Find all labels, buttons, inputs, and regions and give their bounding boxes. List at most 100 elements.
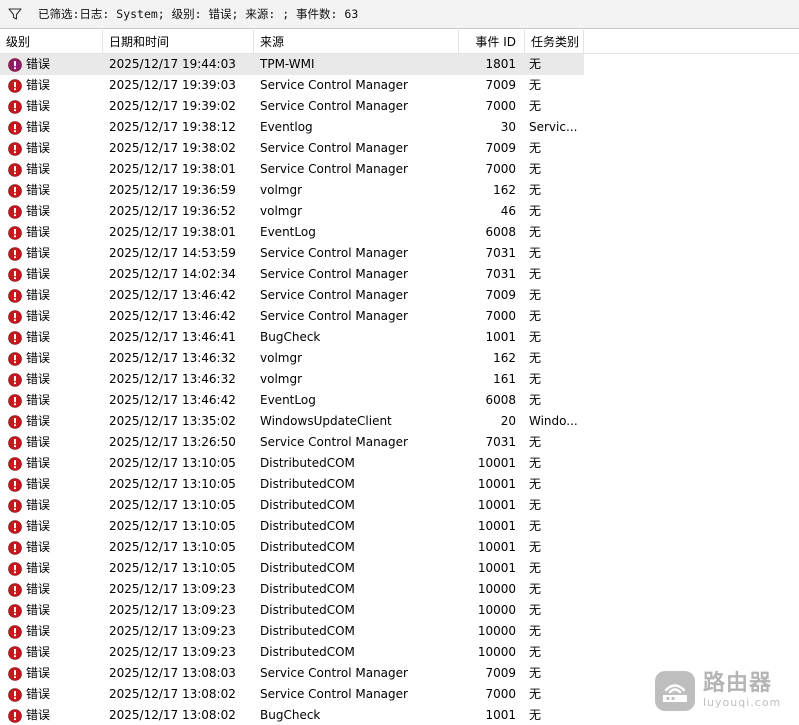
cell-task-category: 无	[529, 456, 542, 470]
column-header-date[interactable]: 日期和时间	[103, 30, 254, 54]
cell-event-id: 46	[500, 204, 516, 218]
error-icon	[8, 99, 22, 114]
cell-event-id: 1001	[485, 708, 516, 722]
table-row[interactable]: 错误 2025/12/17 13:46:32 volmgr 161 无	[0, 369, 799, 390]
error-icon	[8, 561, 22, 576]
filter-funnel-icon[interactable]	[7, 6, 23, 22]
table-row[interactable]: 错误 2025/12/17 13:08:02 Service Control Man…	[0, 684, 799, 705]
cell-task-category: 无	[529, 561, 542, 575]
error-icon	[8, 498, 22, 513]
level-label: 错误	[26, 120, 51, 134]
table-row[interactable]: 错误 2025/12/17 13:10:05 DistributedCOM 10001…	[0, 558, 799, 579]
cell-level: 错误	[0, 684, 103, 705]
cell-date: 2025/12/17 13:09:23	[109, 645, 236, 659]
cell-source: Service Control Manager	[260, 435, 408, 449]
cell-date: 2025/12/17 13:09:23	[109, 624, 236, 638]
cell-task-category: 无	[529, 288, 542, 302]
cell-event-id: 7009	[485, 78, 516, 92]
table-row[interactable]: 错误 2025/12/17 19:36:52 volmgr 46 无	[0, 201, 799, 222]
level-label: 错误	[26, 288, 51, 302]
table-row[interactable]: 错误 2025/12/17 19:38:02 Service Control Man…	[0, 138, 799, 159]
cell-date: 2025/12/17 13:46:32	[109, 351, 236, 365]
cell-date: 2025/12/17 13:26:50	[109, 435, 236, 449]
cell-level: 错误	[0, 117, 103, 138]
column-header-level[interactable]: 级别	[0, 30, 103, 54]
cell-event-id: 7000	[485, 99, 516, 113]
table-row[interactable]: 错误 2025/12/17 13:46:42 EventLog 6008 无	[0, 390, 799, 411]
error-icon	[8, 519, 22, 534]
cell-level: 错误	[0, 243, 103, 264]
cell-date: 2025/12/17 13:10:05	[109, 477, 236, 491]
cell-level: 错误	[0, 663, 103, 684]
table-row[interactable]: 错误 2025/12/17 13:08:03 Service Control Man…	[0, 663, 799, 684]
cell-level: 错误	[0, 369, 103, 390]
table-row[interactable]: 错误 2025/12/17 13:09:23 DistributedCOM 10000…	[0, 621, 799, 642]
table-row[interactable]: 错误 2025/12/17 19:38:12 Eventlog 30 Servic...	[0, 117, 799, 138]
table-row[interactable]: 错误 2025/12/17 13:10:05 DistributedCOM 10001…	[0, 516, 799, 537]
table-row[interactable]: 错误 2025/12/17 13:10:05 DistributedCOM 10001…	[0, 474, 799, 495]
table-row[interactable]: 错误 2025/12/17 13:10:05 DistributedCOM 10001…	[0, 453, 799, 474]
table-row[interactable]: 错误 2025/12/17 19:38:01 Service Control Man…	[0, 159, 799, 180]
error-icon	[8, 582, 22, 597]
level-label: 错误	[26, 624, 51, 638]
column-header-event-id[interactable]: 事件 ID	[459, 30, 525, 54]
table-row[interactable]: 错误 2025/12/17 13:08:02 BugCheck 1001 无	[0, 705, 799, 725]
error-icon	[8, 57, 22, 72]
cell-task-category: 无	[529, 498, 542, 512]
table-row[interactable]: 错误 2025/12/17 19:39:03 Service Control Man…	[0, 75, 799, 96]
error-icon	[8, 351, 22, 366]
level-label: 错误	[26, 393, 51, 407]
error-icon	[8, 372, 22, 387]
cell-level: 错误	[0, 558, 103, 579]
table-row[interactable]: 错误 2025/12/17 19:44:03 TPM-WMI 1801 无	[0, 54, 799, 75]
column-header-task-category[interactable]: 任务类别	[525, 30, 584, 54]
cell-source: Service Control Manager	[260, 99, 408, 113]
table-row[interactable]: 错误 2025/12/17 13:09:23 DistributedCOM 10000…	[0, 600, 799, 621]
cell-source: volmgr	[260, 183, 303, 197]
table-row[interactable]: 错误 2025/12/17 13:09:23 DistributedCOM 10000…	[0, 642, 799, 663]
table-row[interactable]: 错误 2025/12/17 13:46:32 volmgr 162 无	[0, 348, 799, 369]
level-label: 错误	[26, 708, 51, 722]
cell-task-category: 无	[529, 540, 542, 554]
error-icon	[8, 204, 22, 219]
table-row[interactable]: 错误 2025/12/17 14:02:34 Service Control Man…	[0, 264, 799, 285]
cell-task-category: 无	[529, 435, 542, 449]
cell-event-id: 10000	[477, 624, 516, 638]
cell-source: DistributedCOM	[260, 561, 355, 575]
table-row[interactable]: 错误 2025/12/17 13:35:02 WindowsUpdateClient…	[0, 411, 799, 432]
cell-event-id: 7000	[485, 687, 516, 701]
cell-event-id: 162	[493, 183, 516, 197]
table-row[interactable]: 错误 2025/12/17 13:46:41 BugCheck 1001 无	[0, 327, 799, 348]
table-row[interactable]: 错误 2025/12/17 19:38:01 EventLog 6008 无	[0, 222, 799, 243]
table-row[interactable]: 错误 2025/12/17 13:26:50 Service Control Man…	[0, 432, 799, 453]
table-row[interactable]: 错误 2025/12/17 13:09:23 DistributedCOM 10000…	[0, 579, 799, 600]
table-row[interactable]: 错误 2025/12/17 19:39:02 Service Control Man…	[0, 96, 799, 117]
cell-task-category: Windo...	[529, 414, 578, 428]
cell-date: 2025/12/17 13:35:02	[109, 414, 236, 428]
level-label: 错误	[26, 246, 51, 260]
table-row[interactable]: 错误 2025/12/17 14:53:59 Service Control Man…	[0, 243, 799, 264]
level-label: 错误	[26, 162, 51, 176]
cell-level: 错误	[0, 642, 103, 663]
table-row[interactable]: 错误 2025/12/17 13:46:42 Service Control Man…	[0, 285, 799, 306]
table-row[interactable]: 错误 2025/12/17 13:10:05 DistributedCOM 10001…	[0, 495, 799, 516]
table-row[interactable]: 错误 2025/12/17 19:36:59 volmgr 162 无	[0, 180, 799, 201]
event-list[interactable]: 级别 日期和时间 来源 事件 ID 任务类别 错误 2025/12/17 19:4…	[0, 30, 799, 725]
cell-level: 错误	[0, 96, 103, 117]
error-icon	[8, 309, 22, 324]
table-row[interactable]: 错误 2025/12/17 13:10:05 DistributedCOM 10001…	[0, 537, 799, 558]
cell-level: 错误	[0, 264, 103, 285]
cell-event-id: 10001	[477, 456, 516, 470]
cell-task-category: 无	[529, 183, 542, 197]
cell-event-id: 10001	[477, 540, 516, 554]
cell-source: DistributedCOM	[260, 582, 355, 596]
table-row[interactable]: 错误 2025/12/17 13:46:42 Service Control Man…	[0, 306, 799, 327]
cell-task-category: 无	[529, 582, 542, 596]
column-header-source[interactable]: 来源	[254, 30, 459, 54]
cell-date: 2025/12/17 13:08:03	[109, 666, 236, 680]
level-label: 错误	[26, 141, 51, 155]
cell-date: 2025/12/17 14:53:59	[109, 246, 236, 260]
error-icon	[8, 687, 22, 702]
cell-level: 错误	[0, 621, 103, 642]
cell-date: 2025/12/17 19:38:01	[109, 225, 236, 239]
